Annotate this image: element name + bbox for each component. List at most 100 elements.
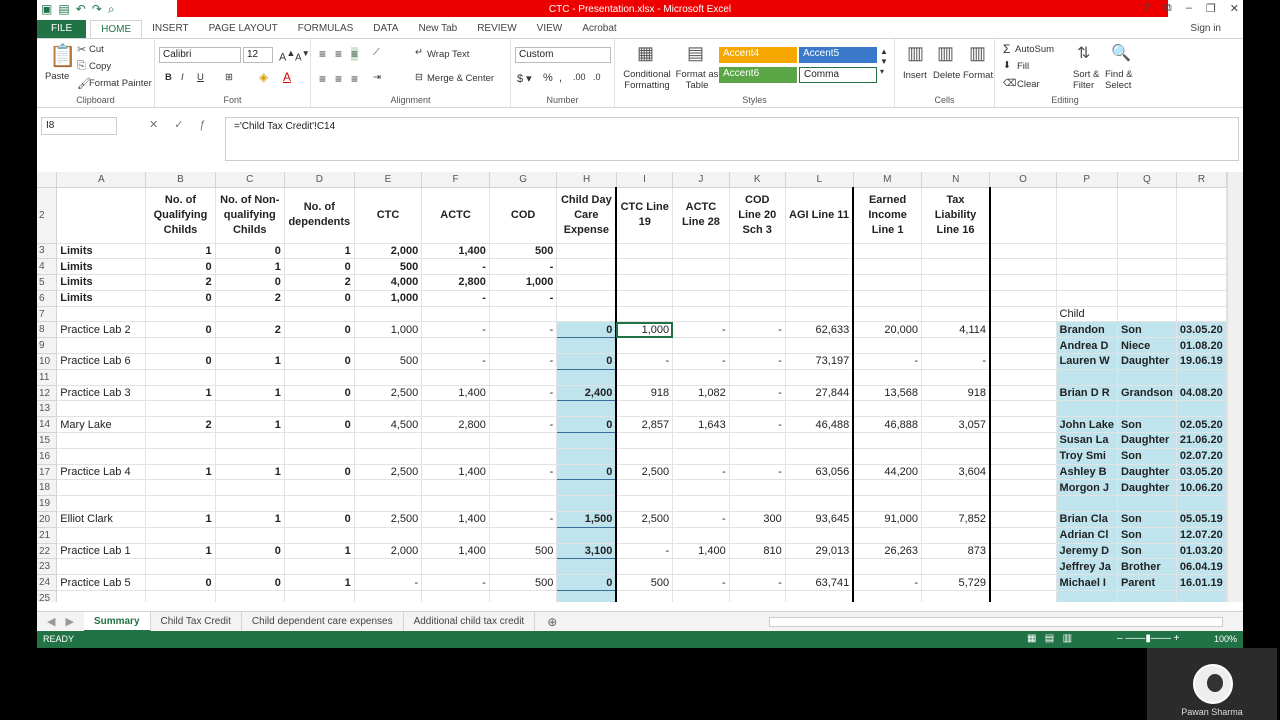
cell-f5[interactable]: 2,800 [421,274,490,291]
cell-a18[interactable] [56,479,147,497]
row-header-12[interactable]: 12 [37,385,58,402]
cell-b25[interactable] [145,590,216,602]
cell-n24[interactable]: 5,729 [921,574,991,592]
tab-insert[interactable]: INSERT [142,20,199,38]
column-header-h[interactable]: H [556,172,617,188]
cell-q22[interactable]: Son [1117,543,1177,560]
cell-n19[interactable] [921,495,991,513]
cell-l13[interactable] [785,400,855,418]
cell-d20[interactable]: 0 [284,511,355,528]
cell-q5[interactable] [1117,274,1177,291]
cell-m25[interactable] [853,590,922,602]
cell-l25[interactable] [785,590,855,602]
style-accent6[interactable]: Accent6 [719,67,797,83]
cell-p20[interactable]: Brian Cla [1056,511,1118,528]
cell-k16[interactable] [729,448,786,465]
cell-g15[interactable] [489,432,558,449]
cell-e16[interactable] [354,448,423,465]
cell-c3[interactable]: 0 [215,243,285,260]
tab-review[interactable]: REVIEW [467,20,526,38]
cell-f10[interactable]: - [421,353,490,370]
row-header-21[interactable]: 21 [37,527,58,544]
cell-d25[interactable] [284,590,355,602]
cell-r25[interactable] [1176,590,1227,602]
cell-j5[interactable] [672,274,730,291]
cell-g19[interactable] [489,495,558,513]
cell-h6[interactable] [556,290,618,307]
cell-f23[interactable] [421,558,490,576]
minimize-icon[interactable]: – [1186,2,1192,15]
align-right-icon[interactable]: ≡ [351,72,358,86]
font-size-select[interactable]: 12 [243,47,273,63]
cell-d14[interactable]: 0 [284,416,355,434]
cell-d12[interactable]: 0 [284,385,355,402]
cell-o17[interactable] [989,464,1057,481]
cell-k5[interactable] [729,274,786,291]
cell-k24[interactable]: - [729,574,786,592]
row-header-23[interactable]: 23 [37,558,58,576]
cell-a3[interactable]: Limits [56,243,147,260]
cell-i12[interactable]: 918 [616,385,674,402]
cell-d18[interactable] [284,479,355,497]
cell-l20[interactable]: 93,645 [785,511,855,528]
cell-m17[interactable]: 44,200 [853,464,922,481]
cell-h5[interactable] [556,274,618,291]
column-header-m[interactable]: M [853,172,922,188]
cell-o14[interactable] [989,416,1057,434]
zoom-level[interactable]: 100% [1214,634,1237,644]
cell-d16[interactable] [284,448,355,465]
cell-j6[interactable] [672,290,730,307]
cell-o6[interactable] [989,290,1057,307]
cell-c4[interactable]: 1 [215,258,285,276]
cell-e10[interactable]: 500 [354,353,423,370]
cell-a24[interactable]: Practice Lab 5 [56,574,147,592]
cell-c12[interactable]: 1 [215,385,285,402]
format-painter-button[interactable]: Format Painter [89,78,152,89]
cell-e7[interactable] [354,306,423,323]
cell-j10[interactable]: - [672,353,730,370]
cell-o22[interactable] [989,543,1057,560]
cell-o23[interactable] [989,558,1057,576]
cell-l16[interactable] [785,448,855,465]
cell-l9[interactable] [785,337,855,355]
cell-k10[interactable]: - [729,353,786,370]
cell-f11[interactable] [421,369,490,386]
cell-h3[interactable] [556,243,618,260]
cell-p22[interactable]: Jeremy D [1056,543,1118,560]
cell-d7[interactable] [284,306,355,323]
cell-m22[interactable]: 26,263 [853,543,922,560]
cell-r19[interactable] [1176,495,1227,513]
cell-h9[interactable] [556,337,618,355]
cell-g14[interactable]: - [489,416,558,434]
cell-a4[interactable]: Limits [56,258,147,276]
view-mode-icons[interactable]: ▦ ▤ ▥ [1027,633,1072,644]
cell-n3[interactable] [921,243,991,260]
cell-l4[interactable] [785,258,855,276]
align-left-icon[interactable]: ≡ [319,72,326,86]
cell-n13[interactable] [921,400,991,418]
borders-icon[interactable]: ⊞ [225,72,233,83]
orientation-icon[interactable]: ⟋ [373,47,380,58]
cell-e3[interactable]: 2,000 [354,243,423,260]
cell-n16[interactable] [921,448,991,465]
cell-n11[interactable] [921,369,991,386]
cell-q17[interactable]: Daughter [1117,464,1177,481]
cell-b9[interactable] [145,337,216,355]
cell-d24[interactable]: 1 [284,574,355,592]
style-accent5[interactable]: Accent5 [799,47,877,63]
cell-n9[interactable] [921,337,991,355]
cell-p5[interactable] [1056,274,1118,291]
cell-d4[interactable]: 0 [284,258,355,276]
tab-page-layout[interactable]: PAGE LAYOUT [199,20,288,38]
cell-k23[interactable] [729,558,786,576]
cell-g13[interactable] [489,400,558,418]
sheet-tab-summary[interactable]: Summary [83,611,151,632]
row-header-15[interactable]: 15 [37,432,58,449]
cell-r3[interactable] [1176,243,1227,260]
cell-e12[interactable]: 2,500 [354,385,423,402]
cell-c7[interactable] [215,306,285,323]
undo-icon[interactable]: ↶ [76,2,86,17]
column-header-f[interactable]: F [421,172,490,188]
cell-g11[interactable] [489,369,558,386]
cell-a12[interactable]: Practice Lab 3 [56,385,147,402]
